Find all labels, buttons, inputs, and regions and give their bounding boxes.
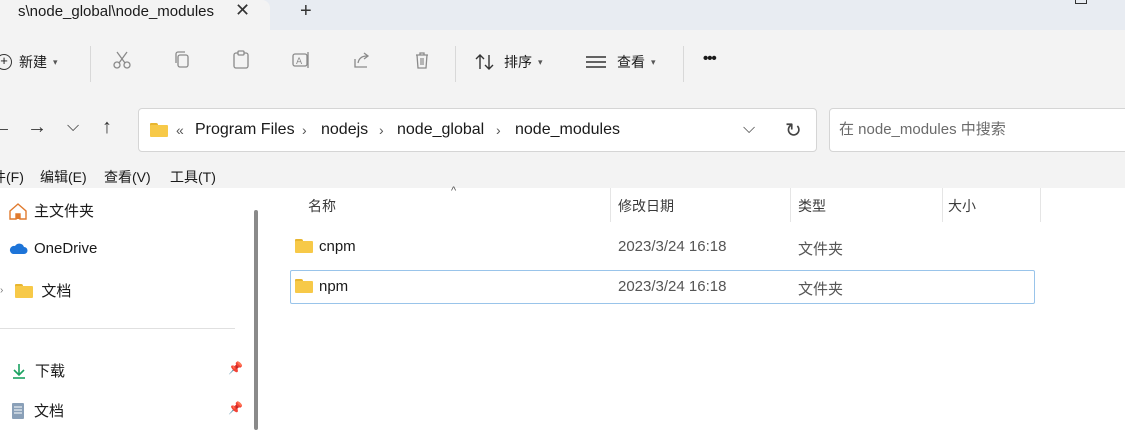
nav-item-downloads[interactable]: 下载	[10, 360, 65, 381]
toolbar-divider	[455, 46, 456, 82]
svg-text:A: A	[296, 57, 303, 67]
cut-icon[interactable]	[112, 50, 132, 70]
view-label: 查看	[617, 54, 645, 70]
chevron-down-icon: ▾	[538, 56, 543, 67]
column-divider[interactable]	[942, 188, 943, 222]
chevron-down-icon: ▾	[651, 56, 656, 67]
nav-label-docs-folder: 文档	[41, 283, 72, 300]
toolbar-divider	[90, 46, 91, 82]
view-button[interactable]: 查看 ▾	[585, 52, 656, 72]
nav-label-onedrive: OneDrive	[34, 240, 98, 257]
nav-divider	[0, 328, 235, 329]
file-type: 文件夹	[798, 241, 844, 258]
tab-bar: s\node_global\node_modules ✕ +	[0, 0, 1125, 30]
overflow-crumb[interactable]: «	[176, 122, 184, 138]
menu-view[interactable]: 查看(V)	[104, 167, 151, 187]
refresh-icon[interactable]: ↻	[785, 118, 802, 143]
breadcrumb-nodejs[interactable]: nodejs	[321, 121, 368, 139]
nav-item-docs-folder[interactable]: › 文档	[0, 280, 71, 301]
share-icon[interactable]	[352, 50, 372, 70]
more-icon[interactable]: •••	[703, 50, 717, 67]
view-icon	[586, 56, 606, 68]
menu-bar: 件(F) 编辑(E) 查看(V) 工具(T)	[0, 162, 1125, 188]
column-header-modified[interactable]: 修改日期	[618, 196, 674, 216]
file-name: cnpm	[319, 238, 356, 255]
pin-icon[interactable]: 📌	[228, 361, 243, 375]
folder-icon	[15, 283, 34, 298]
copy-icon[interactable]	[172, 50, 192, 70]
forward-icon[interactable]: →	[27, 116, 47, 139]
column-header-type[interactable]: 类型	[798, 196, 826, 216]
cloud-icon	[9, 243, 28, 254]
navigation-pane: 主文件夹 OneDrive › 文档 下载 📌 文档 📌	[0, 188, 262, 430]
file-list: ^ 名称 修改日期 类型 大小 cnpm 2023/3/24 16:18 文件夹…	[270, 185, 1125, 430]
paste-icon[interactable]	[231, 50, 251, 70]
command-bar: + 新建 ▾ A 排序 ▾ 查看 ▾ •••	[0, 30, 1125, 98]
file-type: 文件夹	[798, 281, 844, 298]
column-divider[interactable]	[1040, 188, 1041, 222]
menu-file[interactable]: 件(F)	[0, 167, 24, 187]
column-divider[interactable]	[790, 188, 791, 222]
document-icon	[12, 402, 24, 419]
breadcrumb-separator[interactable]: ›	[496, 122, 501, 138]
nav-item-home[interactable]: 主文件夹	[8, 200, 94, 221]
column-divider[interactable]	[610, 188, 611, 222]
chevron-down-icon[interactable]: ⌵	[743, 120, 755, 138]
column-header-name[interactable]: 名称	[308, 196, 336, 216]
breadcrumb-separator[interactable]: ›	[379, 122, 384, 138]
nav-item-documents[interactable]: 文档	[10, 400, 64, 421]
up-icon[interactable]: ↑	[102, 116, 112, 139]
breadcrumb-program-files[interactable]: Program Files	[195, 121, 295, 139]
back-icon[interactable]: ←	[0, 116, 12, 139]
close-icon[interactable]: ✕	[235, 0, 250, 21]
new-button[interactable]: + 新建 ▾	[0, 52, 58, 72]
tab-active[interactable]: s\node_global\node_modules ✕	[0, 0, 270, 30]
recent-locations-icon[interactable]: ⌵	[67, 118, 79, 136]
delete-icon[interactable]	[412, 50, 432, 70]
folder-icon	[295, 279, 313, 293]
chevron-down-icon: ▾	[53, 56, 58, 67]
new-tab-button[interactable]: +	[300, 0, 312, 23]
sort-label: 排序	[504, 54, 532, 70]
folder-icon	[150, 123, 168, 137]
menu-tools[interactable]: 工具(T)	[170, 167, 216, 187]
sort-up-icon: ^	[451, 185, 457, 197]
nav-scrollbar[interactable]	[254, 210, 258, 430]
toolbar-divider	[683, 46, 684, 82]
chevron-right-icon: ›	[0, 285, 4, 296]
nav-label-documents: 文档	[34, 403, 65, 420]
sort-button[interactable]: 排序 ▾	[474, 52, 543, 72]
breadcrumb-separator[interactable]: ›	[302, 122, 307, 138]
pin-icon[interactable]: 📌	[228, 401, 243, 415]
content-area: 主文件夹 OneDrive › 文档 下载 📌 文档 📌 ^ 名称 修改日期 类…	[0, 185, 1125, 430]
sort-icon	[475, 54, 494, 70]
maximize-icon[interactable]	[1075, 0, 1087, 4]
file-modified: 2023/3/24 16:18	[618, 278, 727, 295]
file-name: npm	[319, 278, 349, 295]
breadcrumb-node-modules[interactable]: node_modules	[515, 121, 620, 139]
breadcrumb-node-global[interactable]: node_global	[397, 121, 484, 139]
add-icon: +	[0, 54, 12, 70]
menu-edit[interactable]: 编辑(E)	[40, 167, 87, 187]
address-row: ← → ⌵ ↑ « Program Files › nodejs › node_…	[0, 98, 1125, 162]
rename-icon[interactable]: A	[291, 50, 311, 70]
table-row[interactable]: npm 2023/3/24 16:18 文件夹	[290, 270, 1035, 304]
download-icon	[13, 363, 25, 379]
nav-label-home: 主文件夹	[34, 203, 95, 220]
home-icon	[9, 202, 27, 220]
file-modified: 2023/3/24 16:18	[618, 238, 727, 255]
nav-item-onedrive[interactable]: OneDrive	[8, 240, 97, 257]
search-input[interactable]: 在 node_modules 中搜索	[829, 108, 1125, 152]
new-label: 新建	[19, 54, 47, 70]
address-bar[interactable]: « Program Files › nodejs › node_global ›…	[138, 108, 817, 152]
folder-icon	[295, 239, 313, 253]
nav-label-downloads: 下载	[35, 363, 66, 380]
tab-title: s\node_global\node_modules	[18, 3, 214, 20]
table-row[interactable]: cnpm 2023/3/24 16:18 文件夹	[290, 230, 1035, 264]
column-header-size[interactable]: 大小	[948, 196, 976, 216]
